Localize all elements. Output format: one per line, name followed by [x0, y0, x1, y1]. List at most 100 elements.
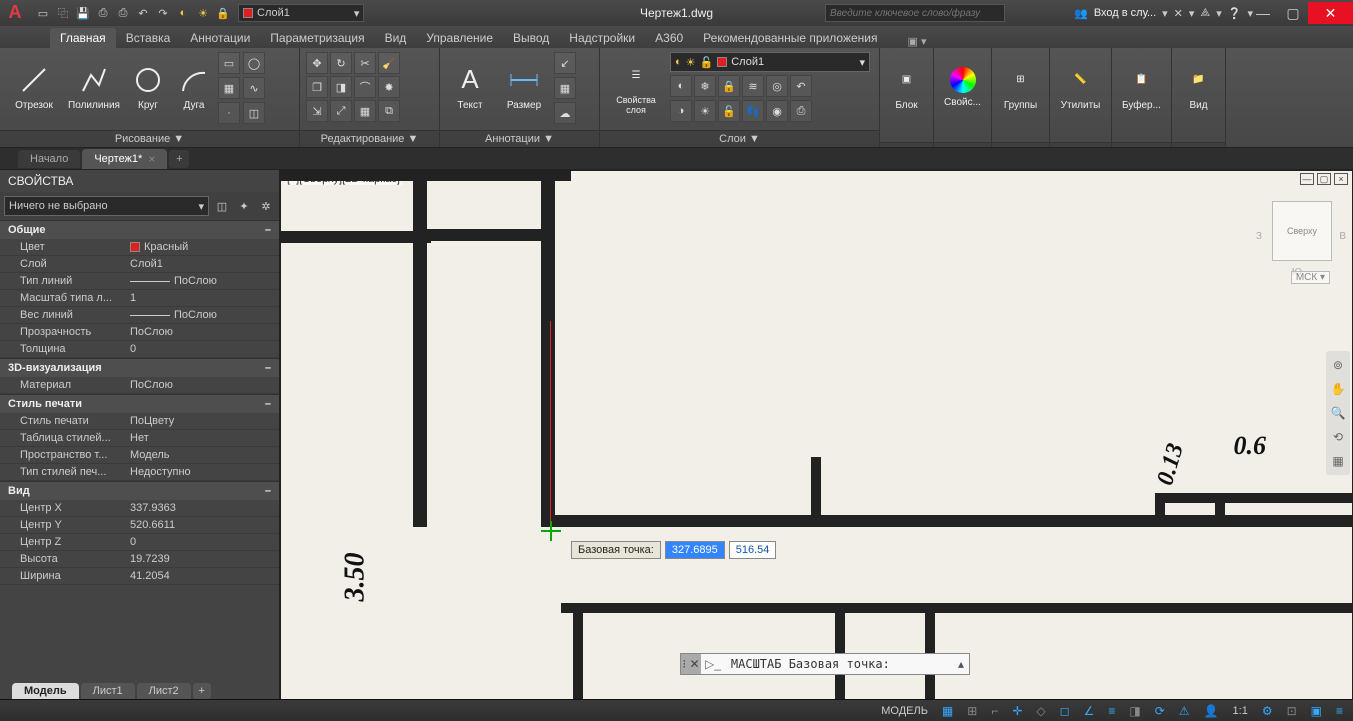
layer-freeze-icon[interactable]: ❄ [694, 75, 716, 97]
dyn-x-value[interactable]: 327.6895 [665, 541, 725, 559]
arc-button[interactable]: Дуга [174, 52, 214, 122]
osnap-icon[interactable]: ◻ [1056, 702, 1074, 720]
layer-on-icon[interactable]: ◑ [670, 100, 692, 122]
save-icon[interactable]: 💾 [74, 4, 92, 22]
tab-view[interactable]: Вид [375, 28, 417, 48]
undo-icon[interactable]: ↶ [134, 4, 152, 22]
stretch-icon[interactable]: ⇲ [306, 100, 328, 122]
section-header[interactable]: Стиль печати– [0, 394, 279, 413]
layout-sheet2[interactable]: Лист2 [137, 683, 191, 699]
explode-icon[interactable]: ✸ [378, 76, 400, 98]
new-tab-button[interactable]: + [169, 150, 189, 168]
tab-manage[interactable]: Управление [416, 28, 503, 48]
lineweight-icon[interactable]: ≡ [1104, 702, 1119, 720]
property-row[interactable]: Центр X337.9363 [0, 500, 279, 517]
pan-icon[interactable]: ✋ [1328, 379, 1348, 399]
showmotion-icon[interactable]: ▦ [1328, 451, 1348, 471]
layer-state-icon[interactable]: ⎙ [790, 100, 812, 122]
panel-modify-title[interactable]: Редактирование ▼ [300, 130, 439, 147]
drawing-canvas[interactable]: [–][Сверху][2D-каркас] — ▢ × Базовая точ… [280, 170, 1353, 700]
workspace-icon[interactable]: ⚙ [1258, 702, 1277, 720]
layer-lock-icon[interactable]: 🔒 [718, 75, 740, 97]
property-row[interactable]: Тип линийПоСлою [0, 273, 279, 290]
search-box[interactable] [825, 4, 1005, 22]
tab-featured[interactable]: Рекомендованные приложения [693, 28, 887, 48]
chevron-down-icon[interactable]: ▾ [1162, 7, 1168, 20]
polyline-button[interactable]: Полилиния [66, 52, 122, 122]
layout-model[interactable]: Модель [12, 683, 79, 699]
layer-match-icon[interactable]: ≋ [742, 75, 764, 97]
chevron-down-icon[interactable]: ▾ [1189, 7, 1195, 20]
erase-icon[interactable]: 🧹 [378, 52, 400, 74]
selection-combo[interactable]: Ничего не выбрано ▾ [4, 196, 209, 216]
rect-icon[interactable]: ▭ [218, 52, 240, 74]
vp-close-icon[interactable]: × [1334, 173, 1348, 185]
annoscale-icon[interactable]: 👤 [1200, 702, 1223, 720]
people-icon[interactable]: 👥 [1074, 7, 1088, 20]
tab-drawing1[interactable]: Чертеж1*× [82, 149, 167, 169]
property-row[interactable]: Толщина0 [0, 341, 279, 358]
customize-icon[interactable]: ≡ [1332, 702, 1347, 720]
redo-icon[interactable]: ↷ [154, 4, 172, 22]
wcs-label[interactable]: МСК ▾ [1291, 271, 1330, 284]
fullnav-icon[interactable]: ⊚ [1328, 355, 1348, 375]
help-icon[interactable]: ❔ [1228, 7, 1242, 20]
rotate-icon[interactable]: ↻ [330, 52, 352, 74]
tab-insert[interactable]: Вставка [116, 28, 181, 48]
property-row[interactable]: Высота19.7239 [0, 551, 279, 568]
app-logo[interactable]: A [0, 0, 30, 26]
add-layout-button[interactable]: + [193, 683, 211, 699]
panel-draw-title[interactable]: Рисование ▼ [0, 130, 299, 147]
open-icon[interactable]: ⿻ [54, 4, 72, 22]
copy-icon[interactable]: ❐ [306, 76, 328, 98]
layer-props-button[interactable]: ☰Свойства слоя [606, 52, 666, 122]
tab-parametric[interactable]: Параметризация [260, 28, 374, 48]
array-icon[interactable]: ▦ [354, 100, 376, 122]
section-header[interactable]: 3D-визуализация– [0, 358, 279, 377]
status-model[interactable]: МОДЕЛЬ [877, 705, 932, 717]
layer-iso-icon[interactable]: ◎ [766, 75, 788, 97]
ribbon-panel-menu-icon[interactable]: ▣ ▾ [908, 35, 927, 48]
close-button[interactable]: ✕ [1308, 2, 1353, 24]
command-text[interactable]: МАСШТАБ Базовая точка: [725, 657, 953, 671]
status-scale[interactable]: 1:1 [1229, 705, 1252, 717]
region-icon[interactable]: ◫ [243, 102, 265, 124]
tab-annotate[interactable]: Аннотации [180, 28, 260, 48]
property-row[interactable]: МатериалПоСлою [0, 377, 279, 394]
dimension-button[interactable]: Размер [498, 52, 550, 122]
grid-icon[interactable]: ▦ [938, 702, 957, 720]
leader-icon[interactable]: ↙ [554, 52, 576, 74]
minimize-button[interactable]: — [1248, 2, 1278, 24]
property-row[interactable]: Масштаб типа л...1 [0, 290, 279, 307]
new-icon[interactable]: ▭ [34, 4, 52, 22]
property-row[interactable]: ПрозрачностьПоСлою [0, 324, 279, 341]
circle-button[interactable]: Круг [126, 52, 170, 122]
hatch-icon[interactable]: ▦ [218, 77, 240, 99]
mirror-icon[interactable]: ◨ [330, 76, 352, 98]
lock-icon[interactable]: 🔒 [214, 4, 232, 22]
move-icon[interactable]: ✥ [306, 52, 328, 74]
tab-a360[interactable]: A360 [645, 28, 693, 48]
layer-off-icon[interactable]: ◐ [670, 75, 692, 97]
block-button[interactable]: ▣Блок [886, 52, 927, 122]
properties-body[interactable]: Общие–ЦветКрасныйСлойСлой1Тип линийПоСло… [0, 220, 279, 700]
layer-walk-icon[interactable]: 👣 [742, 100, 764, 122]
layer-combo[interactable]: ◐ ☀ 🔓 Слой1 ▾ [670, 52, 870, 72]
property-row[interactable]: Стиль печатиПоЦвету [0, 413, 279, 430]
point-icon[interactable]: ∙ [218, 102, 240, 124]
groups-button[interactable]: ⊞Группы [998, 52, 1043, 122]
bulb-icon[interactable]: ◐ [174, 4, 192, 22]
property-row[interactable]: Тип стилей печ...Недоступно [0, 464, 279, 481]
property-row[interactable]: Пространство т...Модель [0, 447, 279, 464]
cmd-grip-icon[interactable]: ⁝ ✕ [681, 654, 701, 674]
panel-annot-title[interactable]: Аннотации ▼ [440, 130, 599, 147]
property-row[interactable]: Центр Z0 [0, 534, 279, 551]
props-button[interactable]: Свойс... [940, 52, 985, 122]
property-row[interactable]: ЦветКрасный [0, 239, 279, 256]
table-icon[interactable]: ▦ [554, 77, 576, 99]
tab-start[interactable]: Начало [18, 150, 80, 168]
panel-layers-title[interactable]: Слои ▼ [600, 130, 879, 147]
property-row[interactable]: СлойСлой1 [0, 256, 279, 273]
property-row[interactable]: Вес линийПоСлою [0, 307, 279, 324]
view-cube[interactable]: Сверху [1272, 201, 1332, 261]
